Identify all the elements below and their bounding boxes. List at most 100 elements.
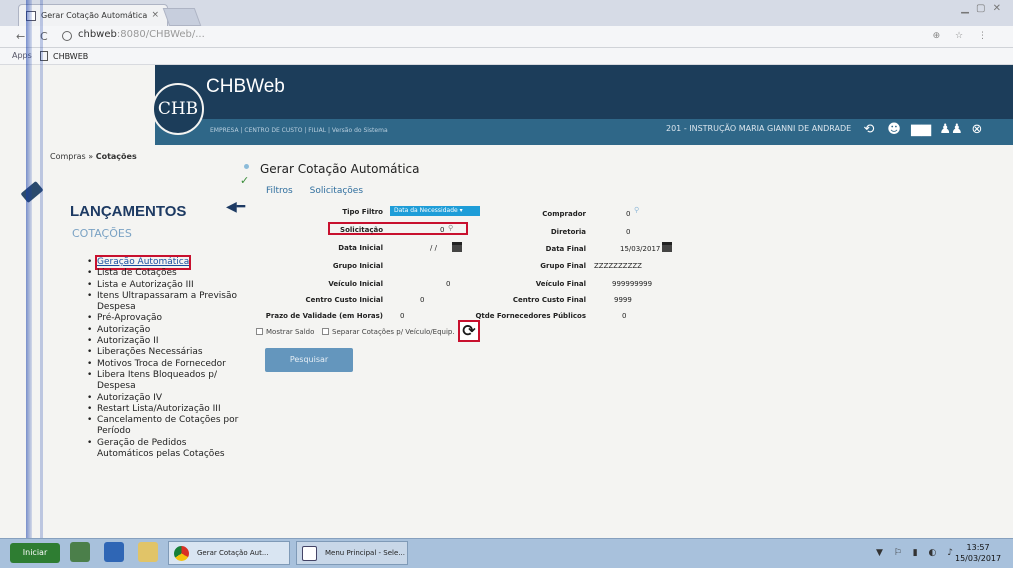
separar-cotacoes-checkbox[interactable]: Separar Cotações p/ Veículo/Equip. <box>322 328 455 336</box>
clock[interactable]: 13:57 15/03/2017 <box>955 542 1001 564</box>
grupo-inicial-label: Grupo Inicial <box>332 262 383 270</box>
sidebar-item-label: Geração Automática <box>94 254 192 271</box>
window-controls[interactable]: ▁ ▢ ✕ <box>961 3 1003 14</box>
centro-custo-final-label: Centro Custo Final <box>512 296 586 304</box>
tab-filtros[interactable]: Filtros <box>266 186 293 196</box>
url-path: :8080/CHBWeb/... <box>116 29 205 40</box>
close-tab-icon[interactable]: × <box>151 10 159 20</box>
calendar-icon[interactable] <box>662 242 672 252</box>
veiculo-inicial-field[interactable]: 0 <box>446 280 450 288</box>
sidebar-subtitle: COTAÇÕES <box>72 227 132 240</box>
start-button[interactable]: Iniciar <box>10 543 60 563</box>
sidebar-item-libera-itens[interactable]: Libera Itens Bloqueados p/ Despesa <box>85 370 245 393</box>
browser-tab-title: Gerar Cotação Automática <box>41 11 148 20</box>
comprador-field[interactable]: 0 <box>626 210 630 218</box>
veiculo-final-field[interactable]: 999999999 <box>612 280 652 288</box>
centro-custo-inicial-field[interactable]: 0 <box>420 296 424 304</box>
veiculo-final-label: Veículo Final <box>535 280 586 288</box>
calendar-icon[interactable] <box>452 242 462 252</box>
sidebar-item-cancelamento[interactable]: Cancelamento de Cotações por Período <box>85 415 245 438</box>
search-icon[interactable]: ⚲ <box>448 224 453 232</box>
bookmark-chbweb-label: CHBWEB <box>53 52 89 61</box>
folder-icon[interactable] <box>138 542 158 562</box>
chat-icon[interactable]: ☻ <box>885 121 903 139</box>
page-title: Gerar Cotação Automática <box>260 162 420 176</box>
app-title: CHBWeb <box>206 76 285 97</box>
breadcrumb: Compras » Cotações <box>50 152 137 161</box>
qtde-fornecedores-label: Qtde Fornecedores Públicos <box>475 312 586 320</box>
data-final-field[interactable]: 15/03/2017 <box>620 245 660 253</box>
diretoria-field[interactable]: 0 <box>626 228 630 236</box>
comprador-label: Comprador <box>542 210 586 218</box>
clock-time: 13:57 <box>966 543 990 552</box>
user-info: 201 - INSTRUÇÃO MARIA GIANNI DE ANDRADE <box>666 124 852 133</box>
breadcrumb-path[interactable]: Compras » <box>50 152 96 161</box>
diretoria-label: Diretoria <box>550 228 586 236</box>
sidebar-item-geracao-automatica[interactable]: Geração Automática <box>85 254 245 271</box>
data-final-label: Data Final <box>545 245 586 253</box>
data-inicial-label: Data Inicial <box>338 244 383 252</box>
tipo-filtro-value: Data da Necessidade <box>394 207 458 214</box>
new-tab-button[interactable] <box>162 8 202 26</box>
sidebar-item-liberacoes[interactable]: Liberações Necessárias <box>85 347 245 359</box>
veiculo-inicial-label: Veículo Inicial <box>328 280 383 288</box>
users-icon[interactable] <box>70 542 90 562</box>
centro-custo-inicial-label: Centro Custo Inicial <box>305 296 383 304</box>
separar-cotacoes-label: Separar Cotações p/ Veículo/Equip. <box>332 328 455 336</box>
sidebar-item-lista-autorizacao-iii[interactable]: Lista e Autorização III <box>85 280 245 292</box>
sidebar-item-motivos-troca[interactable]: Motivos Troca de Fornecedor <box>85 359 245 371</box>
refresh-icon: ⟳ <box>462 321 476 340</box>
logout-icon[interactable]: ⊗ <box>968 121 986 139</box>
sidebar-item-pre-aprovacao[interactable]: Pré-Aprovação <box>85 313 245 325</box>
refresh-button[interactable]: ⟳ <box>458 320 480 342</box>
tipo-filtro-label: Tipo Filtro <box>342 208 383 216</box>
url-host: chbweb <box>78 29 117 40</box>
solicitacao-label: Solicitação <box>340 226 383 234</box>
search-icon[interactable]: ⚲ <box>634 206 639 214</box>
bookmark-chbweb[interactable]: CHBWEB <box>40 51 88 61</box>
sidebar-item-geracao-pedidos[interactable]: Geração de Pedidos Automáticos pelas Cot… <box>85 438 245 461</box>
sidebar-title: LANÇAMENTOS <box>70 203 187 220</box>
users-icon[interactable]: ♟♟ <box>938 121 964 139</box>
task-chrome[interactable]: Gerar Cotação Aut... <box>168 541 290 565</box>
grupo-final-field[interactable]: ZZZZZZZZZZ <box>594 262 642 270</box>
collapse-arrow-icon[interactable]: ◀━ <box>226 199 245 215</box>
clock-date: 15/03/2017 <box>955 554 1002 563</box>
url-input[interactable]: chbweb:8080/CHBWeb/... <box>58 29 918 45</box>
qtde-fornecedores-field[interactable]: 0 <box>622 312 626 320</box>
sidebar-item-itens-ultrapassaram[interactable]: Itens Ultrapassaram a Previsão Despesa <box>85 291 245 314</box>
bookmarks-bar: Apps CHBWEB <box>0 48 1013 65</box>
system-tray[interactable]: ▼ ⚐ ▮ ◐ ♪ <box>876 548 957 558</box>
prazo-validade-label: Prazo de Validade (em Horas) <box>265 312 383 320</box>
sidebar-item-autorizacao[interactable]: Autorização <box>85 325 245 337</box>
truck-icon[interactable]: ▆▆ <box>908 121 934 139</box>
search-button[interactable]: Pesquisar <box>265 348 353 372</box>
info-icon <box>62 31 72 41</box>
mostrar-saldo-checkbox[interactable]: Mostrar Saldo <box>256 328 314 336</box>
scan-artifact <box>40 0 43 568</box>
chrome-icon <box>174 546 189 561</box>
sidebar-item-autorizacao-ii[interactable]: Autorização II <box>85 336 245 348</box>
company-logo: CHB <box>152 83 204 135</box>
ie-icon[interactable] <box>104 542 124 562</box>
checkbox-icon <box>322 328 329 335</box>
task-menu-principal[interactable]: Menu Principal - Sele... <box>296 541 408 565</box>
data-inicial-field[interactable]: / / <box>430 244 437 252</box>
mostrar-saldo-label: Mostrar Saldo <box>266 328 315 336</box>
sidebar-item-lista-cotacoes[interactable]: Lista de Cotações <box>85 268 245 280</box>
tipo-filtro-select[interactable]: Data da Necessidade ▾ <box>390 206 480 216</box>
prazo-validade-field[interactable]: 0 <box>400 312 404 320</box>
sidebar-item-restart-lista[interactable]: Restart Lista/Autorização III <box>85 404 245 416</box>
company-info: EMPRESA | CENTRO DE CUSTO | FILIAL | Ver… <box>210 127 388 134</box>
tab-solicitacoes[interactable]: Solicitações <box>310 186 363 196</box>
scan-artifact <box>26 0 32 568</box>
window-icon <box>302 546 317 561</box>
bookmark-star-icon[interactable]: ⊕ ☆ ⋮ <box>933 31 993 41</box>
page-bullet-icon <box>244 164 249 169</box>
breadcrumb-current: Cotações <box>95 152 137 161</box>
solicitacao-field[interactable]: 0 <box>440 226 444 234</box>
sidebar-item-autorizacao-iv[interactable]: Autorização IV <box>85 393 245 405</box>
back-arrow-icon[interactable]: ← <box>16 30 25 43</box>
centro-custo-final-field[interactable]: 9999 <box>614 296 632 304</box>
refresh-session-icon[interactable]: ⟲ <box>860 121 878 139</box>
